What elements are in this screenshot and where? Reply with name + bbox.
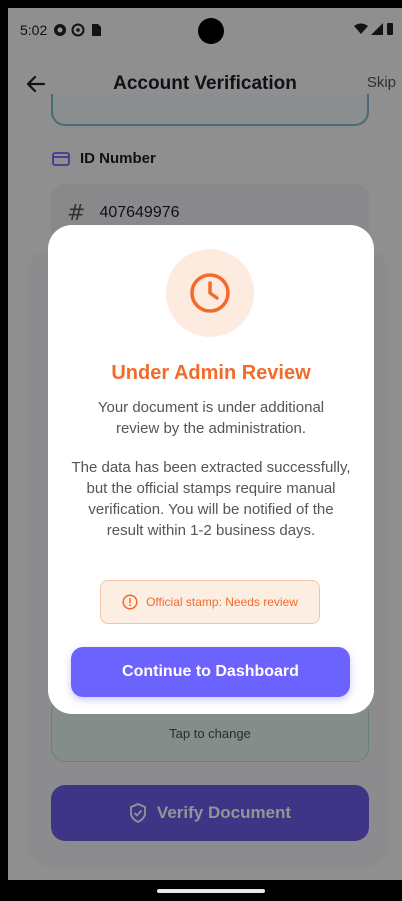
- modal-message-primary: Your document is under additional review…: [97, 399, 325, 437]
- status-scrim: [8, 8, 402, 52]
- clock-icon: [190, 273, 230, 313]
- review-modal: Under Admin Review Your document is unde…: [48, 225, 374, 714]
- modal-message-secondary: The data has been extracted successfully…: [71, 459, 351, 539]
- home-gesture-bar[interactable]: [157, 889, 265, 893]
- continue-to-dashboard-label: Continue to Dashboard: [122, 663, 299, 680]
- navigation-bar: [0, 880, 402, 901]
- modal-title: Under Admin Review: [111, 362, 311, 384]
- clock-badge: [166, 249, 254, 337]
- continue-to-dashboard-button[interactable]: Continue to Dashboard: [71, 647, 350, 697]
- app-screen: 5:02 Account Verification Skip ID Number…: [8, 8, 402, 880]
- alert-circle-icon: [122, 594, 138, 610]
- stamp-status-text: Official stamp: Needs review: [146, 595, 298, 609]
- stamp-status-badge: Official stamp: Needs review: [100, 580, 320, 624]
